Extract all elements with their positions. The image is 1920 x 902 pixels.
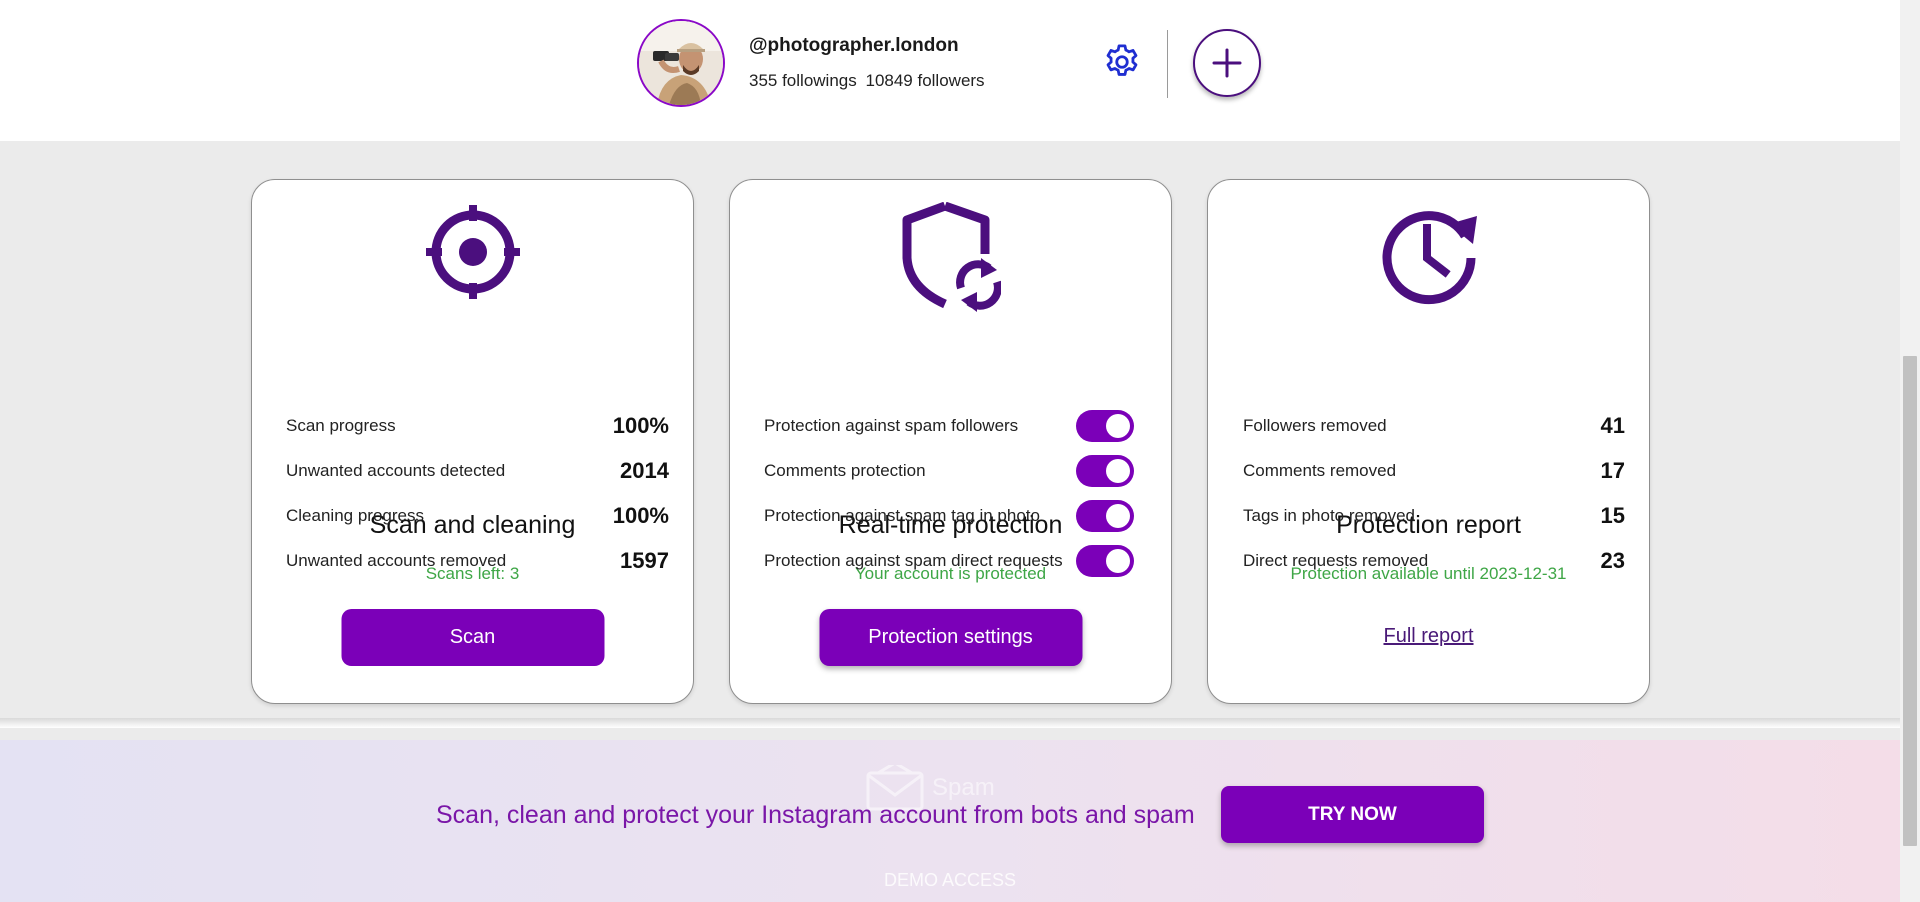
header-divider bbox=[1167, 30, 1168, 98]
row-value: 2014 bbox=[620, 458, 669, 483]
comments-removed-row: Comments removed 17 bbox=[1243, 456, 1625, 486]
scan-card: Scan and cleaning Scans left: 3 Scan pro… bbox=[251, 179, 694, 704]
report-card: Protection report Protection available u… bbox=[1207, 179, 1650, 704]
protection-card: Real-time protection Your account is pro… bbox=[729, 179, 1172, 704]
profile-summary: @photographer.london 355 followings 1084… bbox=[637, 19, 985, 107]
try-now-button[interactable]: TRY NOW bbox=[1221, 786, 1484, 843]
gear-icon bbox=[1106, 44, 1138, 76]
row-label: Tags in photo removed bbox=[1243, 506, 1415, 525]
row-value: 100% bbox=[612, 503, 669, 528]
scan-button[interactable]: Scan bbox=[341, 609, 604, 666]
tags-removed-row: Tags in photo removed 15 bbox=[1243, 501, 1625, 531]
shield-sync-icon bbox=[902, 202, 1001, 312]
followers-count: 10849 followers bbox=[865, 71, 985, 90]
avatar[interactable] bbox=[637, 19, 725, 107]
row-value: 15 bbox=[1600, 503, 1625, 528]
plus-icon bbox=[1212, 48, 1242, 78]
add-account-button[interactable] bbox=[1193, 29, 1261, 97]
profile-handle: @photographer.london bbox=[749, 35, 959, 56]
unwanted-detected-row: Unwanted accounts detected 2014 bbox=[286, 456, 669, 486]
row-label: Direct requests removed bbox=[1243, 551, 1429, 570]
section-divider bbox=[0, 718, 1900, 728]
promo-banner: Spam Scan, clean and protect your Instag… bbox=[0, 740, 1900, 902]
direct-removed-row: Direct requests removed 23 bbox=[1243, 546, 1625, 576]
spam-direct-row: Protection against spam direct requests bbox=[764, 545, 1134, 577]
clock-refresh-icon bbox=[1382, 211, 1477, 305]
spam-tag-row: Protection against spam tag in photo bbox=[764, 500, 1134, 532]
row-value: 1597 bbox=[620, 548, 669, 573]
scrollbar-thumb[interactable] bbox=[1903, 356, 1917, 846]
followings-count: 355 followings bbox=[749, 71, 857, 90]
full-report-link[interactable]: Full report bbox=[1208, 625, 1649, 648]
row-label: Followers removed bbox=[1243, 416, 1387, 435]
brand-logo-text: Spam bbox=[932, 774, 995, 801]
row-value: 100% bbox=[612, 413, 669, 438]
comments-protection-row: Comments protection bbox=[764, 455, 1134, 487]
row-label: Unwanted accounts detected bbox=[286, 461, 506, 480]
row-label: Protection against spam direct requests bbox=[764, 551, 1063, 570]
row-label: Comments protection bbox=[764, 461, 926, 480]
row-value: 17 bbox=[1600, 458, 1625, 483]
page-scrollbar[interactable] bbox=[1900, 0, 1920, 902]
demo-access-link[interactable]: DEMO ACCESS bbox=[0, 870, 1900, 891]
row-label: Comments removed bbox=[1243, 461, 1397, 480]
cleaning-progress-row: Cleaning progress 100% bbox=[286, 501, 669, 531]
unwanted-removed-row: Unwanted accounts removed 1597 bbox=[286, 546, 669, 576]
row-value: 23 bbox=[1600, 548, 1625, 573]
toggle-knob bbox=[1106, 504, 1130, 528]
profile-counts: 355 followings 10849 followers bbox=[749, 71, 985, 91]
row-label: Unwanted accounts removed bbox=[286, 551, 507, 570]
toggle-knob bbox=[1106, 414, 1130, 438]
row-label: Scan progress bbox=[286, 416, 396, 435]
promo-text: Scan, clean and protect your Instagram a… bbox=[436, 801, 1195, 829]
avatar-photo-icon bbox=[639, 21, 723, 105]
comments-protection-toggle[interactable] bbox=[1076, 455, 1134, 487]
spam-tag-toggle[interactable] bbox=[1076, 500, 1134, 532]
scan-progress-row: Scan progress 100% bbox=[286, 411, 669, 441]
settings-button[interactable] bbox=[1101, 41, 1143, 83]
row-value: 41 bbox=[1600, 413, 1625, 438]
protection-settings-button[interactable]: Protection settings bbox=[819, 609, 1082, 666]
toggle-knob bbox=[1106, 459, 1130, 483]
spam-followers-row: Protection against spam followers bbox=[764, 410, 1134, 442]
row-label: Protection against spam followers bbox=[764, 416, 1019, 435]
spam-followers-toggle[interactable] bbox=[1076, 410, 1134, 442]
row-label: Cleaning progress bbox=[286, 506, 424, 525]
top-bar: @photographer.london 355 followings 1084… bbox=[0, 0, 1900, 141]
followers-removed-row: Followers removed 41 bbox=[1243, 411, 1625, 441]
row-label: Protection against spam tag in photo bbox=[764, 506, 1040, 525]
crosshair-icon bbox=[425, 205, 520, 299]
spam-direct-toggle[interactable] bbox=[1076, 545, 1134, 577]
toggle-knob bbox=[1106, 549, 1130, 573]
